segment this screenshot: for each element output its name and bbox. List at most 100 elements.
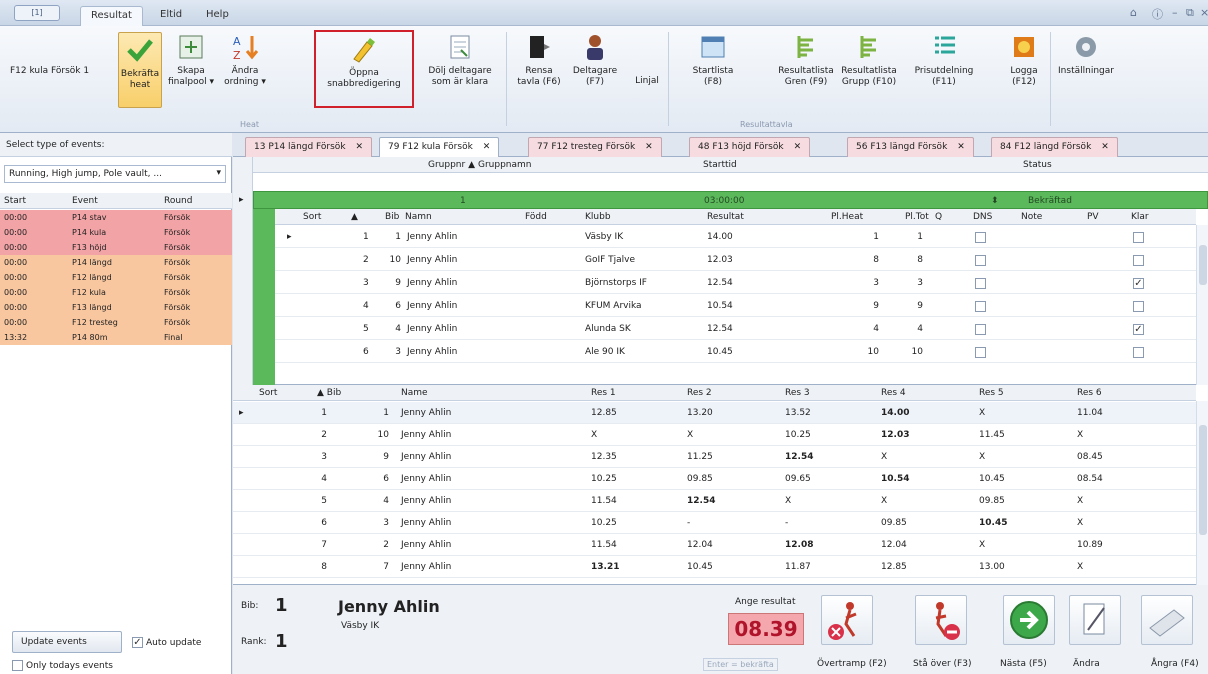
results-row[interactable]: 2 10 Jenny Ahlin X X 10.25 12.03 11.45 X <box>233 424 1196 446</box>
foul-button[interactable] <box>821 595 873 645</box>
dns-checkbox[interactable] <box>975 278 986 289</box>
cell-attempt[interactable]: 12.08 <box>785 540 813 550</box>
result-input[interactable]: 08.39 <box>728 613 804 645</box>
tab-eltid[interactable]: Eltid <box>150 6 192 26</box>
ruler-button[interactable]: Linjal <box>632 76 662 87</box>
header-note[interactable]: Note <box>1021 212 1042 222</box>
event-row[interactable]: 00:00 F12 tresteg Försök <box>0 315 232 330</box>
header-klubb[interactable]: Klubb <box>585 212 611 222</box>
cell-attempt[interactable]: 10.25 <box>591 474 617 484</box>
pass-button[interactable] <box>915 595 967 645</box>
cell-attempt[interactable]: X <box>1077 430 1083 440</box>
klar-checkbox[interactable] <box>1133 347 1144 358</box>
cell-attempt[interactable]: 12.85 <box>591 408 617 418</box>
klar-checkbox[interactable] <box>1133 255 1144 266</box>
cell-attempt[interactable]: 10.45 <box>687 562 713 572</box>
auto-update-checkbox[interactable]: ✓ Auto update <box>132 637 201 648</box>
doc-tab[interactable]: 79 F12 kula Försök ✕ <box>379 137 500 157</box>
cell-attempt[interactable]: X <box>591 430 597 440</box>
cell-attempt[interactable]: 12.35 <box>591 452 617 462</box>
header-res6[interactable]: Res 6 <box>1077 388 1102 398</box>
event-type-combo[interactable]: Running, High jump, Pole vault, ... ▾ <box>4 165 226 183</box>
header-klar[interactable]: Klar <box>1131 212 1149 222</box>
close-tab-icon[interactable]: ✕ <box>645 142 653 152</box>
header-pltot[interactable]: Pl.Tot <box>905 212 929 222</box>
cell-attempt[interactable]: 11.45 <box>979 430 1005 440</box>
startlist-button[interactable]: Startlista (F8) <box>690 32 736 88</box>
cell-attempt[interactable]: 10.45 <box>979 474 1005 484</box>
cell-attempt[interactable]: 12.04 <box>881 540 907 550</box>
event-row[interactable]: 00:00 F12 längd Försök <box>0 270 232 285</box>
cell-attempt[interactable]: X <box>881 496 887 506</box>
event-row[interactable]: 00:00 P14 stav Försök <box>0 210 232 225</box>
cell-attempt[interactable]: X <box>785 496 791 506</box>
participant-button[interactable]: Deltagare (F7) <box>568 32 622 88</box>
results-row[interactable]: 5 4 Jenny Ahlin 11.54 12.54 X X 09.85 X <box>233 490 1196 512</box>
cell-attempt[interactable]: X <box>1077 518 1083 528</box>
cell-attempt[interactable]: 10.45 <box>979 518 1007 528</box>
header-bib[interactable]: ▲ Bib <box>317 388 341 398</box>
cell-attempt[interactable]: 10.25 <box>591 518 617 528</box>
cell-attempt[interactable]: X <box>1077 562 1083 572</box>
minimize-icon[interactable]: – <box>1172 6 1178 19</box>
help-icon[interactable]: ⌂ <box>1130 6 1137 19</box>
scrollbar-thumb[interactable] <box>1199 425 1207 535</box>
klar-checkbox[interactable]: ✓ <box>1133 324 1144 335</box>
edit-button[interactable] <box>1069 595 1121 645</box>
create-finalpool-button[interactable]: Skapa finalpool ▾ <box>168 32 214 88</box>
settings-button[interactable]: Inställningar <box>1058 32 1114 77</box>
cell-attempt[interactable]: 13.20 <box>687 408 713 418</box>
cell-attempt[interactable]: 12.85 <box>881 562 907 572</box>
doc-tab[interactable]: 56 F13 längd Försök ✕ <box>847 137 974 157</box>
info-icon[interactable]: ⓘ <box>1152 6 1163 22</box>
cell-attempt[interactable]: 09.85 <box>979 496 1005 506</box>
participant-row[interactable]: 3 9 Jenny Ahlin Björnstorps IF 12.54 3 3… <box>275 271 1208 294</box>
close-tab-icon[interactable]: ✕ <box>1101 142 1109 152</box>
resultlist-gren-button[interactable]: Resultatlista Gren (F9) <box>778 32 834 88</box>
header-res2[interactable]: Res 2 <box>687 388 712 398</box>
tab-resultat[interactable]: Resultat <box>80 6 143 26</box>
cell-attempt[interactable]: X <box>979 408 985 418</box>
klar-checkbox[interactable] <box>1133 232 1144 243</box>
cell-attempt[interactable]: X <box>1077 496 1083 506</box>
dns-checkbox[interactable] <box>975 255 986 266</box>
logo-button[interactable]: Logga (F12) <box>1004 32 1044 88</box>
cell-attempt[interactable]: 10.89 <box>1077 540 1103 550</box>
header-bib[interactable]: Bib <box>385 212 399 222</box>
update-events-button[interactable]: Update events <box>12 631 122 653</box>
cell-attempt[interactable]: X <box>881 452 887 462</box>
participant-row[interactable]: 4 6 Jenny Ahlin KFUM Arvika 10.54 9 9 <box>275 294 1208 317</box>
results-row[interactable]: 8 7 Jenny Ahlin 13.21 10.45 11.87 12.85 13.00… <box>233 556 1196 578</box>
results-row[interactable]: 3 9 Jenny Ahlin 12.35 11.25 12.54 X X 08.45 <box>233 446 1196 468</box>
cell-attempt[interactable]: 08.54 <box>1077 474 1103 484</box>
cell-attempt[interactable]: 09.65 <box>785 474 811 484</box>
participant-row[interactable]: 2 10 Jenny Ahlin GoIF Tjalve 12.03 8 8 <box>275 248 1208 271</box>
cell-attempt[interactable]: 11.25 <box>687 452 713 462</box>
participant-row[interactable]: 5 4 Jenny Ahlin Alunda SK 12.54 4 4 ✓ <box>275 317 1208 340</box>
header-res1[interactable]: Res 1 <box>591 388 616 398</box>
cell-attempt[interactable]: 12.03 <box>881 430 909 440</box>
dns-checkbox[interactable] <box>975 301 986 312</box>
cell-attempt[interactable]: 13.00 <box>979 562 1005 572</box>
close-icon[interactable]: × <box>1200 6 1208 19</box>
cell-attempt[interactable]: 08.45 <box>1077 452 1103 462</box>
vertical-scrollbar[interactable] <box>1196 225 1208 385</box>
cell-attempt[interactable]: 11.54 <box>591 540 617 550</box>
header-starttid[interactable]: Starttid <box>703 160 737 170</box>
cell-attempt[interactable]: 13.52 <box>785 408 811 418</box>
confirm-heat-button[interactable]: Bekräfta heat <box>118 32 162 108</box>
cell-attempt[interactable]: X <box>979 452 985 462</box>
dns-checkbox[interactable] <box>975 324 986 335</box>
cell-attempt[interactable]: - <box>687 518 690 528</box>
cell-attempt[interactable]: 11.54 <box>591 496 617 506</box>
doc-tab[interactable]: 84 F12 längd Försök ✕ <box>991 137 1118 157</box>
cell-attempt[interactable]: 12.04 <box>687 540 713 550</box>
close-tab-icon[interactable]: ✕ <box>794 142 802 152</box>
cell-attempt[interactable]: 10.25 <box>785 430 811 440</box>
event-row[interactable]: 00:00 P14 längd Försök <box>0 255 232 270</box>
vertical-scrollbar[interactable] <box>1196 401 1208 585</box>
results-row[interactable]: 7 2 Jenny Ahlin 11.54 12.04 12.08 12.04 X 10.8… <box>233 534 1196 556</box>
header-sort[interactable]: Sort <box>303 212 321 222</box>
header-res5[interactable]: Res 5 <box>979 388 1004 398</box>
cell-attempt[interactable]: 12.54 <box>785 452 813 462</box>
